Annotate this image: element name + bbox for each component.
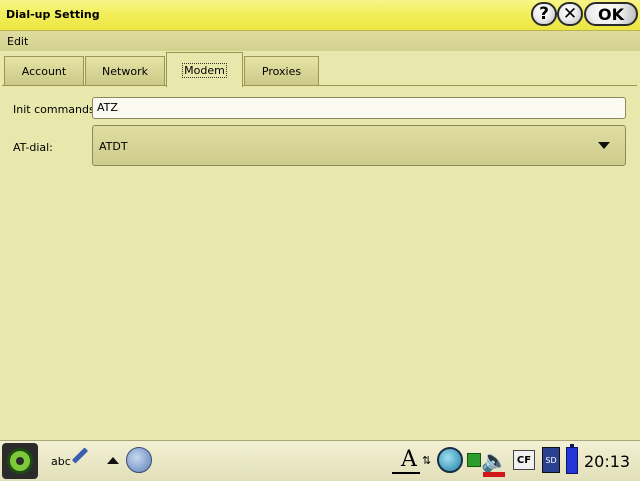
tab-account-label: Account — [21, 64, 67, 78]
menu-bar: Edit — [0, 31, 640, 51]
init-commands-input[interactable]: ATZ — [92, 97, 626, 119]
clock[interactable]: 20:13 — [584, 452, 630, 471]
input-method-label[interactable]: abc — [51, 455, 71, 468]
browser-globe-icon[interactable] — [126, 447, 152, 473]
network-icon[interactable] — [437, 447, 463, 473]
swap-arrows-icon[interactable]: ⇅ — [422, 454, 431, 467]
font-a-icon[interactable]: A — [401, 447, 417, 472]
triangle-up-icon[interactable] — [107, 457, 119, 464]
ok-button[interactable]: OK — [584, 2, 638, 26]
menu-edit[interactable]: Edit — [7, 35, 28, 48]
window-title: Dial-up Setting — [6, 8, 100, 21]
qtopia-logo-icon — [7, 448, 33, 474]
cf-card-icon[interactable]: CF — [513, 450, 535, 470]
font-underline-icon — [392, 472, 420, 474]
power-plug-icon — [467, 453, 481, 467]
tab-network-label: Network — [102, 64, 148, 78]
close-button[interactable]: ✕ — [557, 2, 583, 26]
at-dial-label: AT-dial: — [13, 141, 53, 154]
start-menu-button[interactable] — [2, 443, 38, 479]
init-commands-label: Init commands: — [13, 103, 99, 116]
chevron-down-icon — [598, 142, 610, 149]
tab-proxies-label: Proxies — [261, 64, 302, 78]
tab-modem-label: Modem — [182, 62, 227, 78]
at-dial-value: ATDT — [99, 140, 128, 153]
battery-icon[interactable] — [566, 444, 578, 474]
sd-card-icon[interactable]: SD — [542, 447, 560, 473]
volume-level-bar — [483, 472, 505, 477]
speaker-icon[interactable]: 🔈 — [481, 449, 508, 474]
tab-network[interactable]: Network — [85, 56, 165, 85]
tab-bar: Account Network Modem Proxies — [0, 52, 640, 87]
title-bar: Dial-up Setting ? ✕ OK — [0, 0, 640, 31]
tab-account[interactable]: Account — [4, 56, 84, 85]
at-dial-select[interactable]: ATDT — [92, 125, 626, 166]
help-button[interactable]: ? — [531, 2, 557, 26]
tab-modem[interactable]: Modem — [166, 52, 243, 87]
tab-proxies[interactable]: Proxies — [244, 56, 319, 85]
